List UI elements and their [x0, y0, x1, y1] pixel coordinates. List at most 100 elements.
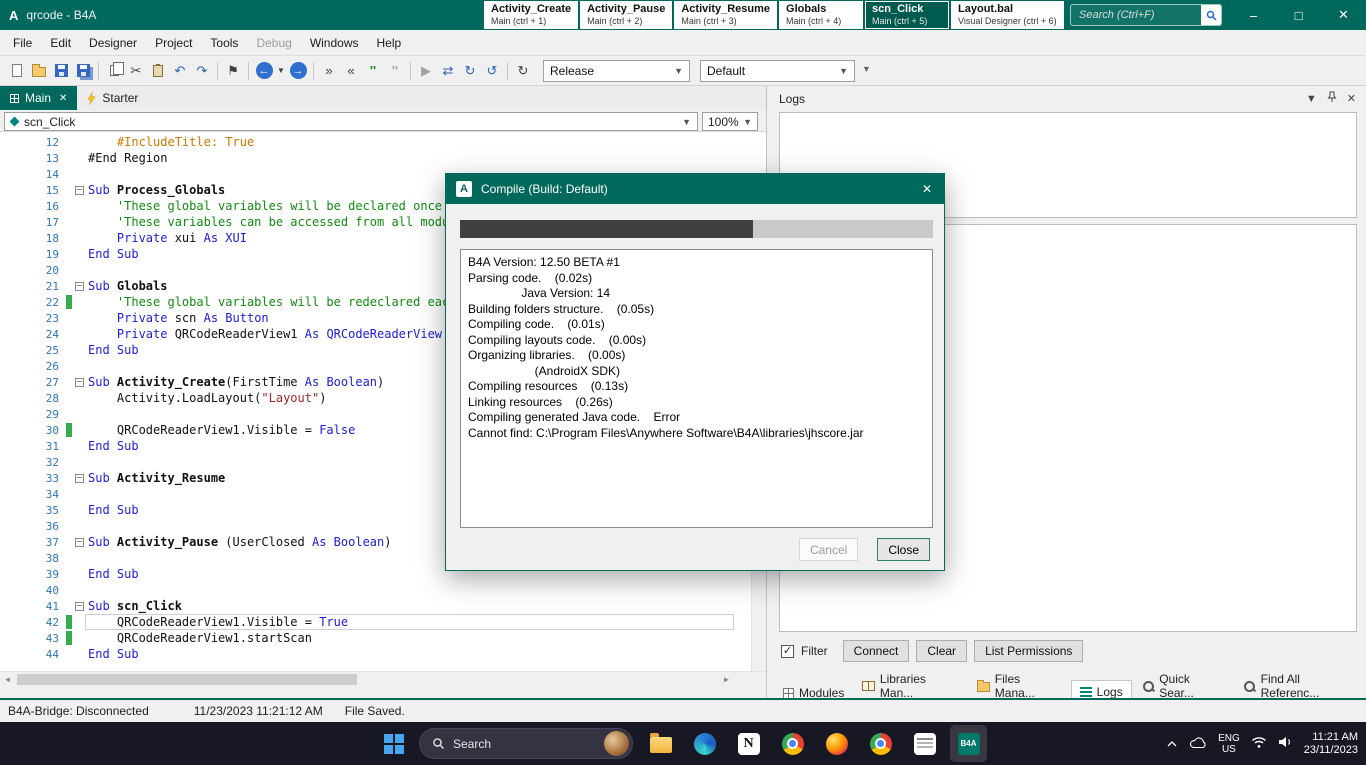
line-number: 22 [0, 296, 66, 309]
code-line[interactable]: 40 [0, 582, 750, 598]
run-icon[interactable]: ▶ [415, 59, 437, 83]
line-number: 37 [0, 536, 66, 549]
cut-icon[interactable]: ✂ [125, 59, 147, 83]
code-text: QRCodeReaderView1.startScan [88, 631, 312, 645]
search-icon[interactable] [1201, 5, 1221, 25]
menu-item[interactable]: Debug [247, 30, 300, 56]
fold-collapse-icon[interactable]: – [75, 474, 84, 483]
taskbar-notion-icon[interactable]: N [730, 725, 767, 762]
back-icon[interactable]: ← [253, 59, 275, 83]
toolbar-separator [217, 62, 218, 80]
taskbar-chrome-icon[interactable] [862, 725, 899, 762]
window-title: qrcode - B4A [26, 8, 96, 22]
horizontal-scrollbar[interactable]: ◄ ► [0, 671, 766, 687]
close-dialog-button[interactable]: Close [877, 538, 930, 561]
quick-tab[interactable]: Activity_ResumeMain (ctrl + 3) [674, 1, 777, 29]
minimize-button[interactable]: – [1231, 0, 1276, 30]
panel-dropdown-icon[interactable]: ▼ [1306, 93, 1317, 105]
wifi-icon[interactable] [1251, 736, 1267, 752]
pin-icon[interactable] [1327, 91, 1337, 106]
menu-item[interactable]: Windows [301, 30, 368, 56]
build-config-select[interactable]: Release▼ [543, 60, 690, 82]
horizontal-scroll-thumb [17, 674, 357, 685]
document-tab[interactable]: Starter [77, 86, 148, 110]
line-number: 41 [0, 600, 66, 613]
taskbar-chrome-icon[interactable] [774, 725, 811, 762]
zoom-dropdown[interactable]: 100% ▼ [702, 112, 758, 131]
clean-icon[interactable]: ↻ [512, 59, 534, 83]
line-number: 43 [0, 632, 66, 645]
menu-item[interactable]: Edit [41, 30, 80, 56]
taskbar-terminal-icon[interactable] [906, 725, 943, 762]
menu-item[interactable]: Help [368, 30, 411, 56]
run-config-select[interactable]: Default▼ [700, 60, 855, 82]
dialog-close-icon[interactable]: ✕ [910, 174, 944, 204]
panel-close-icon[interactable]: ✕ [1347, 92, 1356, 105]
quick-tab[interactable]: Activity_CreateMain (ctrl + 1) [484, 1, 578, 29]
taskbar-b4a-icon[interactable]: B4A [950, 725, 987, 762]
close-tab-icon[interactable]: ✕ [59, 93, 67, 104]
list-permissions-button[interactable]: List Permissions [974, 640, 1083, 662]
code-line[interactable]: 43 QRCodeReaderView1.startScan [0, 630, 750, 646]
backcaret-icon[interactable]: ▼ [275, 59, 287, 83]
bookmark-icon[interactable]: ⚑ [222, 59, 244, 83]
volume-icon[interactable] [1278, 736, 1293, 751]
new-icon[interactable] [6, 59, 28, 83]
clear-button[interactable]: Clear [916, 640, 967, 662]
uncomment-icon[interactable]: '' [384, 59, 406, 83]
taskbar-edge-icon[interactable] [686, 725, 723, 762]
start-button[interactable] [384, 734, 404, 754]
menu-item[interactable]: Tools [201, 30, 247, 56]
sync-icon[interactable]: ↺ [481, 59, 503, 83]
line-number: 23 [0, 312, 66, 325]
change-marker [66, 583, 72, 597]
quick-tab[interactable]: GlobalsMain (ctrl + 4) [779, 1, 863, 29]
menu-item[interactable]: Designer [80, 30, 146, 56]
fold-collapse-icon[interactable]: – [75, 538, 84, 547]
quick-tab[interactable]: Activity_PauseMain (ctrl + 2) [580, 1, 672, 29]
save-icon[interactable] [50, 59, 72, 83]
cancel-button[interactable]: Cancel [799, 538, 858, 561]
undo-icon[interactable]: ↶ [169, 59, 191, 83]
open-icon[interactable] [28, 59, 50, 83]
redo-icon[interactable]: ↷ [191, 59, 213, 83]
onedrive-cloud-icon[interactable] [1189, 736, 1207, 752]
comment-icon[interactable]: '' [362, 59, 384, 83]
language-indicator[interactable]: ENGUS [1218, 733, 1240, 755]
saveall-icon[interactable] [72, 59, 94, 83]
taskbar-folder-icon[interactable] [642, 725, 679, 762]
search-box[interactable]: Search (Ctrl+F) [1070, 4, 1222, 26]
indent-icon[interactable]: » [318, 59, 340, 83]
maximize-button[interactable]: □ [1276, 0, 1321, 30]
forward-icon[interactable]: → [287, 59, 309, 83]
menu-item[interactable]: Project [146, 30, 201, 56]
code-line[interactable]: 12 #IncludeTitle: True [0, 134, 750, 150]
fold-collapse-icon[interactable]: – [75, 378, 84, 387]
taskbar-search[interactable]: Search [419, 728, 633, 759]
tray-chevron-up-icon[interactable] [1166, 737, 1178, 751]
quick-tab[interactable]: scn_ClickMain (ctrl + 5) [865, 1, 949, 29]
fold-collapse-icon[interactable]: – [75, 602, 84, 611]
menu-item[interactable]: File [4, 30, 41, 56]
ide-link-icon[interactable]: ↻ [459, 59, 481, 83]
code-line[interactable]: 44End Sub [0, 646, 750, 662]
connect-button[interactable]: Connect [843, 640, 910, 662]
quick-tab[interactable]: Layout.balVisual Designer (ctrl + 6) [951, 1, 1064, 29]
outdent-icon[interactable]: « [340, 59, 362, 83]
fold-collapse-icon[interactable]: – [75, 186, 84, 195]
paste-icon[interactable] [147, 59, 169, 83]
member-dropdown[interactable]: scn_Click ▼ [4, 112, 698, 131]
taskbar-firefox-icon[interactable] [818, 725, 855, 762]
compile-log[interactable]: B4A Version: 12.50 BETA #1Parsing code. … [460, 249, 933, 528]
code-line[interactable]: 41–Sub scn_Click [0, 598, 750, 614]
code-line[interactable]: 42 QRCodeReaderView1.Visible = True [0, 614, 750, 630]
code-line[interactable]: 13#End Region [0, 150, 750, 166]
connect-icon[interactable]: ⇄ [437, 59, 459, 83]
document-tab[interactable]: Main✕ [0, 86, 77, 110]
clock[interactable]: 11:21 AM23/11/2023 [1304, 731, 1358, 757]
filter-checkbox[interactable]: ✓ [781, 645, 794, 658]
toolbar-overflow-button[interactable]: ▼ [862, 64, 871, 74]
fold-collapse-icon[interactable]: – [75, 282, 84, 291]
close-button[interactable]: ✕ [1321, 0, 1366, 30]
copy-icon[interactable] [103, 59, 125, 83]
